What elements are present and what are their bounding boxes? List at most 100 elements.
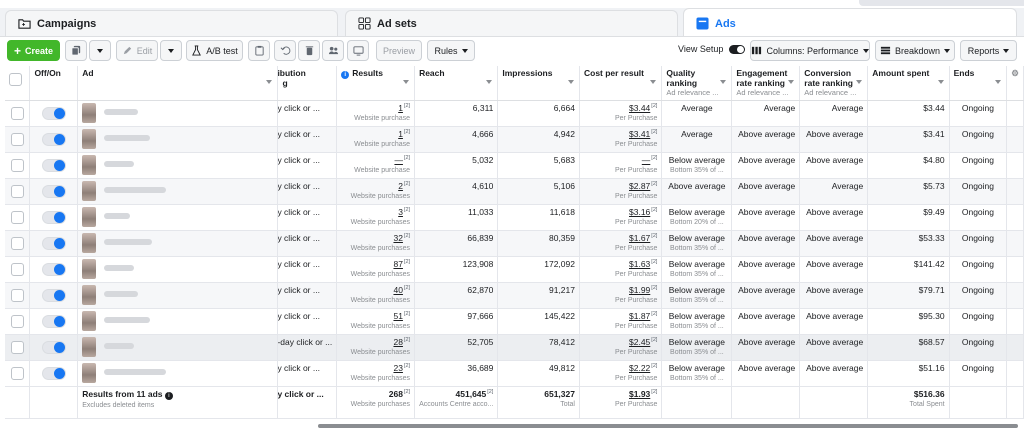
view-setup[interactable]: View Setup (678, 44, 746, 54)
table-row[interactable]: -day click or ... 28[2] Website purchases 5… (5, 334, 1024, 362)
col-results[interactable]: i Results (336, 66, 416, 102)
view-setup-toggle[interactable] (729, 44, 746, 54)
ad-name[interactable] (104, 187, 167, 194)
row-checkbox[interactable] (10, 211, 24, 225)
ad-name[interactable] (104, 239, 153, 246)
ad-status-toggle[interactable] (41, 133, 66, 147)
table-row[interactable]: y click or ... 1[2] Website purchase 6,311 6… (5, 100, 1024, 128)
ab-test-button[interactable]: A/B test (186, 40, 243, 61)
ad-status-toggle[interactable] (41, 185, 66, 199)
tab-ad-sets[interactable]: Ad sets (345, 10, 678, 36)
ad-thumbnail[interactable] (82, 311, 97, 332)
gear-icon[interactable]: ⚙ (1011, 68, 1019, 78)
ad-name-cell[interactable] (77, 126, 279, 154)
row-checkbox[interactable] (10, 237, 24, 251)
tab-campaigns[interactable]: Campaigns (5, 10, 338, 36)
table-row[interactable]: y click or ... 23[2] Website purchases 36,6… (5, 360, 1024, 388)
col-settings[interactable]: ⚙ (1006, 66, 1024, 102)
ad-thumbnail[interactable] (82, 233, 97, 254)
ad-name[interactable] (104, 291, 139, 298)
ad-name-cell[interactable] (77, 256, 279, 284)
cpr-value[interactable]: $2.87 (629, 181, 650, 191)
columns-button[interactable]: Columns: Performance (750, 40, 870, 61)
table-row[interactable]: y click or ... 87[2] Website purchases 123,… (5, 256, 1024, 284)
ad-name[interactable] (104, 109, 139, 116)
ad-name[interactable] (104, 161, 135, 168)
preview-button[interactable]: Preview (376, 40, 422, 61)
results-value[interactable]: 23 (393, 363, 402, 373)
ad-status-toggle[interactable] (41, 341, 66, 355)
row-checkbox[interactable] (10, 185, 24, 199)
ad-name[interactable] (104, 343, 135, 350)
results-value[interactable]: — (394, 155, 403, 165)
undo-button[interactable] (274, 40, 296, 61)
results-value[interactable]: 28 (393, 337, 402, 347)
info-icon[interactable]: i (164, 392, 173, 401)
ad-status-toggle[interactable] (41, 315, 66, 329)
table-row[interactable]: y click or ... 1[2] Website purchase 4,666 4… (5, 126, 1024, 154)
row-checkbox[interactable] (10, 107, 24, 121)
col-engagement-ranking[interactable]: Engagement rate ranking Ad relevance ... (731, 66, 801, 102)
ad-name-cell[interactable] (77, 152, 279, 180)
ad-thumbnail[interactable] (82, 259, 97, 280)
top-strip-search[interactable] (859, 0, 1024, 6)
col-amount-spent[interactable]: Amount spent (867, 66, 950, 102)
ad-name-cell[interactable] (77, 334, 279, 362)
table-row[interactable]: y click or ... 2[2] Website purchases 4,610… (5, 178, 1024, 206)
col-ad[interactable]: Ad (77, 66, 279, 102)
col-cost-per-result[interactable]: Cost per result (579, 66, 663, 102)
ad-thumbnail[interactable] (82, 103, 97, 124)
row-checkbox[interactable] (10, 159, 24, 173)
cpr-value[interactable]: $3.16 (629, 207, 650, 217)
ad-thumbnail[interactable] (82, 181, 97, 202)
ad-name[interactable] (104, 213, 131, 220)
col-quality-ranking[interactable]: Quality ranking Ad relevance ... (661, 66, 733, 102)
ad-status-toggle[interactable] (41, 107, 66, 121)
rules-button[interactable]: Rules (427, 40, 475, 61)
col-reach[interactable]: Reach (414, 66, 499, 102)
ad-status-toggle[interactable] (41, 211, 66, 225)
table-row[interactable]: y click or ... —[2] Website purchase 5,032 5… (5, 152, 1024, 180)
row-checkbox[interactable] (10, 341, 24, 355)
results-value[interactable]: 1 (398, 103, 403, 113)
table-row[interactable]: y click or ... 3[2] Website purchases 11,03… (5, 204, 1024, 232)
results-value[interactable]: 87 (393, 259, 402, 269)
col-attribution[interactable]: ibution g (277, 66, 338, 102)
ad-thumbnail[interactable] (82, 337, 97, 358)
ad-status-toggle[interactable] (41, 367, 66, 381)
col-off-on[interactable]: Off/On (29, 66, 79, 102)
col-conversion-ranking[interactable]: Conversion rate ranking Ad relevance ... (799, 66, 869, 102)
edit-dropdown[interactable] (160, 40, 182, 61)
ad-name[interactable] (104, 265, 135, 272)
ad-status-toggle[interactable] (41, 289, 66, 303)
clipboard-button[interactable] (248, 40, 270, 61)
cpr-value[interactable]: — (642, 155, 651, 165)
preview-icon-button[interactable] (347, 40, 369, 61)
cpr-value[interactable]: $3.44 (629, 103, 650, 113)
ad-name-cell[interactable] (77, 360, 279, 388)
ad-name-cell[interactable] (77, 178, 279, 206)
cpr-value[interactable]: $1.67 (629, 233, 650, 243)
select-all-checkbox[interactable] (9, 73, 22, 86)
ad-thumbnail[interactable] (82, 155, 97, 176)
cpr-value[interactable]: $2.22 (629, 363, 650, 373)
ad-name-cell[interactable] (77, 282, 279, 310)
ad-name-cell[interactable] (77, 100, 279, 128)
delete-button[interactable] (298, 40, 320, 61)
breakdown-button[interactable]: Breakdown (875, 40, 955, 61)
ad-thumbnail[interactable] (82, 207, 97, 228)
col-impressions[interactable]: Impressions (497, 66, 580, 102)
ad-thumbnail[interactable] (82, 129, 97, 150)
horizontal-scrollbar[interactable] (318, 424, 1018, 428)
create-button[interactable]: + Create (7, 40, 60, 61)
ad-thumbnail[interactable] (82, 285, 97, 306)
results-value[interactable]: 3 (398, 207, 403, 217)
ad-name[interactable] (104, 135, 151, 142)
table-row[interactable]: y click or ... 40[2] Website purchases 62,8… (5, 282, 1024, 310)
ad-name-cell[interactable] (77, 308, 279, 336)
row-checkbox[interactable] (10, 289, 24, 303)
table-row[interactable]: y click or ... 32[2] Website purchases 66,8… (5, 230, 1024, 258)
results-value[interactable]: 51 (393, 311, 402, 321)
audience-button[interactable] (322, 40, 344, 61)
ad-status-toggle[interactable] (41, 159, 66, 173)
